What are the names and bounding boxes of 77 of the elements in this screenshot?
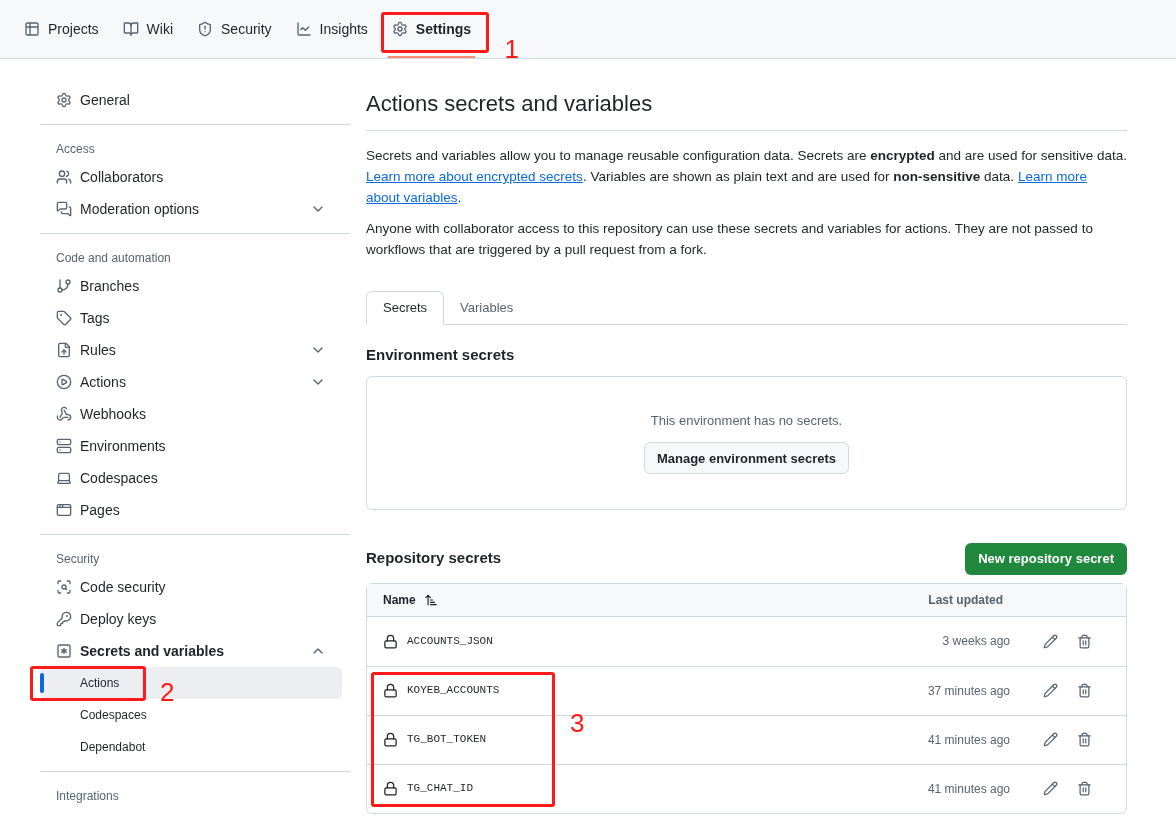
section-heading: Environment secrets: [366, 345, 516, 365]
sidebar-item[interactable]: General: [40, 84, 342, 116]
repo-tab[interactable]: Insights: [287, 12, 376, 46]
tag-icon: [56, 310, 72, 326]
repo-tab[interactable]: Projects: [16, 12, 107, 46]
last-updated: 3 weeks ago: [942, 633, 1010, 650]
new-secret-button[interactable]: New repository secret: [965, 542, 1127, 575]
secret-name: TG_BOT_TOKEN: [407, 732, 488, 748]
tab[interactable]: Secrets: [366, 291, 445, 325]
laptop-icon: [56, 470, 72, 486]
learn-more-link[interactable]: about variables: [366, 190, 458, 205]
webhook-icon: [56, 406, 72, 422]
people-icon: [56, 169, 72, 185]
repo-tab[interactable]: Wiki: [114, 12, 181, 46]
repo-tab[interactable]: Settings: [383, 12, 480, 46]
browser-icon: [56, 502, 72, 518]
play-icon: [56, 374, 72, 390]
description-text: Secrets and variables allow you to manage reusable configuration data. Secrets are encrypted and are used for sensitive data. Learn more about encrypted secrets. Variables are shown as plain text and are used for non-sensitive data. Learn more about variables.: [366, 147, 1127, 207]
sidebar-item[interactable]: Actions: [40, 366, 342, 398]
column-header[interactable]: Name: [383, 590, 416, 609]
section-heading: Code and automation: [55, 250, 172, 267]
file-upload-icon: [56, 342, 72, 358]
sidebar-item[interactable]: Secrets and variables: [40, 635, 342, 667]
sidebar-subitem[interactable]: Codespaces: [74, 701, 153, 729]
key-icon: [56, 611, 72, 627]
sidebar-item[interactable]: Pages: [40, 494, 342, 526]
sidebar-item[interactable]: Collaborators: [40, 161, 342, 193]
selection-indicator: [40, 673, 44, 693]
sidebar-item[interactable]: Deploy keys: [40, 603, 342, 635]
sidebar-subitem[interactable]: Dependabot: [74, 733, 152, 761]
section-heading: Repository secrets: [366, 548, 502, 569]
server-icon: [56, 438, 72, 454]
shield-icon: [197, 21, 213, 37]
learn-more-link[interactable]: Learn more about encrypted secrets: [366, 169, 583, 184]
settings-icon: [56, 92, 72, 108]
sidebar-item[interactable]: Branches: [40, 270, 342, 302]
callout-number: 2: [160, 679, 175, 705]
callout-number: 1: [504, 36, 520, 62]
column-header: Last updated: [928, 591, 1003, 609]
lock-icon: [383, 732, 398, 747]
table-icon: [24, 21, 40, 37]
lock-icon: [383, 781, 398, 796]
sort-icon[interactable]: [423, 592, 438, 607]
sidebar-subitem[interactable]: Actions: [74, 669, 126, 697]
last-updated: 41 minutes ago: [927, 780, 1010, 798]
sidebar-item[interactable]: Moderation options: [40, 193, 342, 225]
section-heading: Integrations: [55, 788, 120, 805]
sidebar-item[interactable]: Tags: [40, 302, 342, 334]
settings-icon: [391, 21, 408, 37]
secret-name: ACCOUNTS_JSON: [407, 633, 494, 649]
sidebar-item[interactable]: Webhooks: [40, 398, 342, 430]
tab[interactable]: Variables: [444, 291, 530, 325]
lock-icon: [383, 683, 398, 698]
last-updated: 37 minutes ago: [927, 682, 1010, 700]
callout-number: 3: [570, 709, 585, 736]
secret-name: TG_CHAT_ID: [407, 781, 474, 797]
section-heading: Access: [55, 141, 96, 158]
asterisk-icon: [56, 643, 72, 659]
note-text: Anyone with collaborator access to this repository can use these secrets and variables for actions. They are not passed to workflows that are triggered by a pull request from a fork.: [366, 220, 1094, 259]
lock-icon: [383, 633, 398, 649]
secret-name: KOYEB_ACCOUNTS: [407, 683, 501, 699]
graph-icon: [295, 21, 312, 37]
empty-state-text: This environment has no secrets.: [650, 411, 843, 430]
branch-icon: [56, 278, 72, 294]
comment-icon: [56, 201, 72, 217]
page-title: Actions secrets and variables: [366, 87, 1127, 131]
manage-secrets-button[interactable]: Manage environment secrets: [643, 442, 850, 475]
book-icon: [122, 21, 139, 37]
code-scan-icon: [56, 579, 72, 595]
learn-more-link[interactable]: Learn more: [1017, 169, 1087, 184]
sidebar-item[interactable]: Rules: [40, 334, 342, 366]
section-heading: Security: [55, 551, 101, 568]
sidebar-item[interactable]: Codespaces: [40, 462, 342, 494]
last-updated: 41 minutes ago: [927, 731, 1010, 749]
sidebar-item[interactable]: Code security: [40, 571, 342, 603]
repo-tab[interactable]: Security: [189, 12, 280, 46]
sidebar-item[interactable]: Environments: [40, 430, 342, 462]
